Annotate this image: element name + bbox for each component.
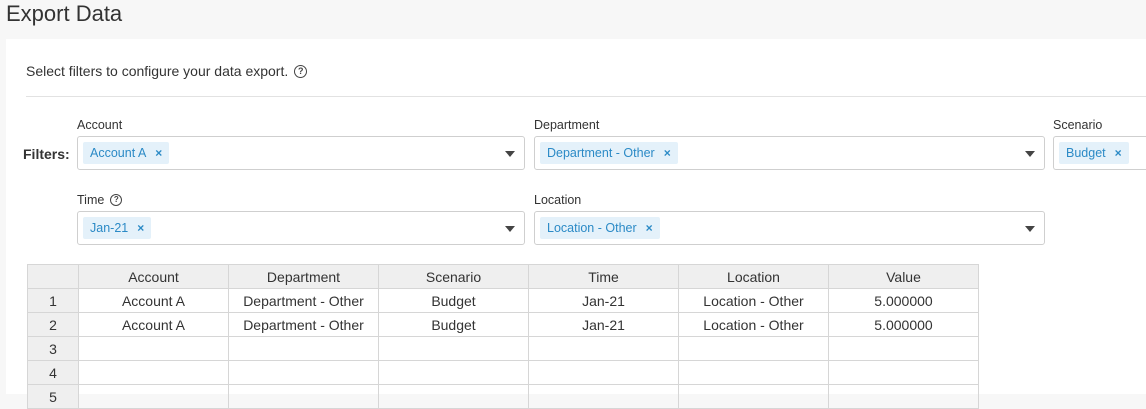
table-cell[interactable]: Jan-21 [528, 288, 679, 313]
table-cell[interactable]: Jan-21 [528, 312, 679, 337]
help-icon[interactable]: ? [294, 64, 308, 78]
export-panel: Select filters to configure your data ex… [6, 39, 1146, 409]
department-tag-label: Department - Other [547, 146, 655, 160]
row-header[interactable]: 3 [27, 336, 79, 361]
table-cell[interactable] [678, 384, 829, 409]
table-cell[interactable] [528, 360, 679, 385]
account-select[interactable]: Account A × [77, 136, 525, 170]
table-cell[interactable]: Budget [378, 312, 529, 337]
table-cell[interactable]: Department - Other [228, 312, 379, 337]
table-row: 3 [27, 336, 979, 361]
table-row: 1 Account A Department - Other Budget Ja… [27, 288, 979, 313]
scenario-select[interactable]: Budget × [1053, 136, 1146, 170]
table-cell[interactable] [78, 336, 229, 361]
table-cell[interactable] [678, 360, 829, 385]
row-header[interactable]: 4 [27, 360, 79, 385]
table-cell[interactable] [228, 360, 379, 385]
table-cell[interactable] [828, 360, 979, 385]
intro-text: Select filters to configure your data ex… [26, 63, 289, 79]
account-tag: Account A × [83, 142, 170, 164]
location-tag-label: Location - Other [547, 221, 637, 235]
row-header[interactable]: 1 [27, 288, 79, 313]
scenario-tag: Budget × [1059, 142, 1129, 164]
close-icon[interactable]: × [137, 217, 144, 239]
caret-down-icon[interactable] [505, 151, 515, 157]
table-cell[interactable] [378, 336, 529, 361]
caret-down-icon[interactable] [1025, 226, 1035, 232]
table-row: 2 Account A Department - Other Budget Ja… [27, 312, 979, 337]
filters-label: Filters: [23, 146, 70, 162]
close-icon[interactable]: × [155, 142, 162, 164]
grid-corner[interactable] [27, 264, 79, 289]
time-select[interactable]: Jan-21 × [77, 211, 525, 245]
column-header-department[interactable]: Department [228, 264, 379, 289]
intro: Select filters to configure your data ex… [26, 63, 308, 79]
row-header[interactable]: 2 [27, 312, 79, 337]
account-label: Account [77, 118, 122, 132]
department-select[interactable]: Department - Other × [534, 136, 1045, 170]
table-row: 4 [27, 360, 979, 385]
table-cell[interactable] [528, 336, 679, 361]
location-tag: Location - Other × [540, 217, 660, 239]
grid-header-row: Account Department Scenario Time Locatio… [27, 264, 979, 289]
column-header-time[interactable]: Time [528, 264, 679, 289]
table-cell[interactable]: Budget [378, 288, 529, 313]
department-label-text: Department [534, 118, 600, 132]
table-cell[interactable] [528, 384, 679, 409]
page-title: Export Data [6, 1, 123, 26]
table-cell[interactable] [378, 384, 529, 409]
column-header-value[interactable]: Value [828, 264, 979, 289]
location-label-text: Location [534, 193, 582, 207]
table-cell[interactable]: Location - Other [678, 288, 829, 313]
location-select[interactable]: Location - Other × [534, 211, 1045, 245]
caret-down-icon[interactable] [505, 226, 515, 232]
column-header-location[interactable]: Location [678, 264, 829, 289]
department-label: Department [534, 118, 599, 132]
table-cell[interactable] [78, 384, 229, 409]
time-tag-label: Jan-21 [90, 221, 129, 235]
time-label-text: Time [77, 193, 105, 207]
table-cell[interactable]: Account A [78, 288, 229, 313]
table-cell[interactable] [78, 360, 229, 385]
close-icon[interactable]: × [664, 142, 671, 164]
table-cell[interactable]: 5.000000 [828, 288, 979, 313]
scenario-tag-label: Budget [1066, 146, 1106, 160]
help-icon[interactable]: ? [110, 194, 123, 206]
table-cell[interactable] [678, 336, 829, 361]
table-cell[interactable] [228, 336, 379, 361]
table-cell[interactable]: 5.000000 [828, 312, 979, 337]
table-cell[interactable] [378, 360, 529, 385]
department-tag: Department - Other × [540, 142, 678, 164]
data-grid: Account Department Scenario Time Locatio… [27, 264, 979, 409]
scenario-label: Scenario [1053, 118, 1102, 132]
table-cell[interactable] [828, 336, 979, 361]
row-header[interactable]: 5 [27, 384, 79, 409]
account-label-text: Account [77, 118, 123, 132]
location-label: Location [534, 193, 581, 207]
table-cell[interactable]: Department - Other [228, 288, 379, 313]
time-tag: Jan-21 × [83, 217, 152, 239]
account-tag-label: Account A [90, 146, 147, 160]
close-icon[interactable]: × [1115, 142, 1122, 164]
table-cell[interactable] [828, 384, 979, 409]
table-cell[interactable]: Account A [78, 312, 229, 337]
caret-down-icon[interactable] [1025, 151, 1035, 157]
column-header-account[interactable]: Account [78, 264, 229, 289]
close-icon[interactable]: × [646, 217, 653, 239]
table-row: 5 [27, 384, 979, 409]
divider [26, 96, 1146, 97]
table-cell[interactable]: Location - Other [678, 312, 829, 337]
table-cell[interactable] [228, 384, 379, 409]
scenario-label-text: Scenario [1053, 118, 1103, 132]
time-label: Time ? [77, 193, 123, 207]
column-header-scenario[interactable]: Scenario [378, 264, 529, 289]
